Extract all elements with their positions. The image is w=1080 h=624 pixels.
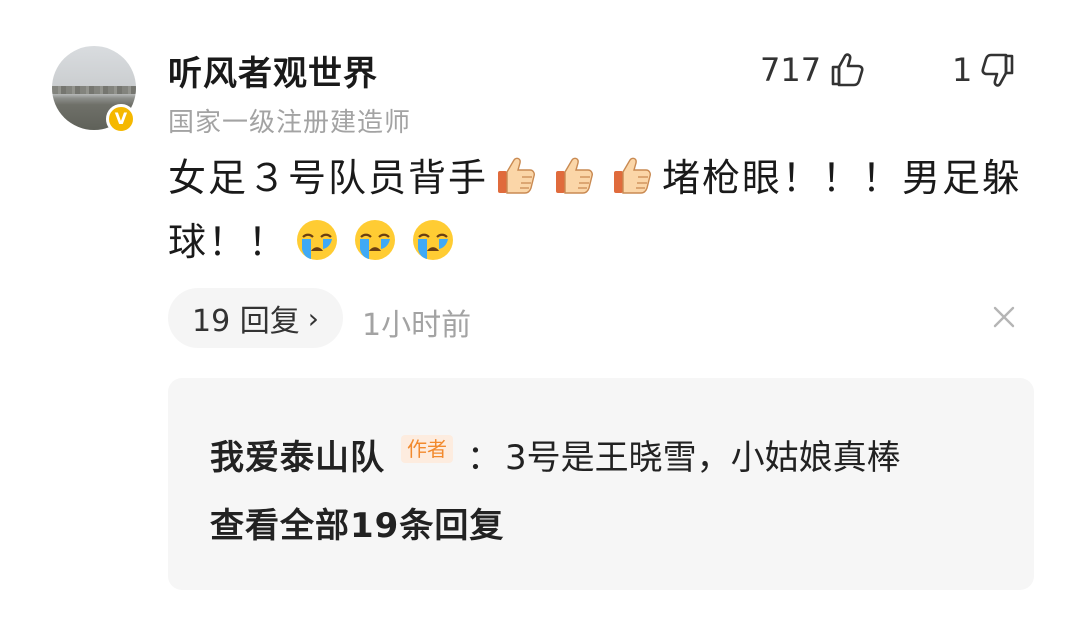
- user-title: 国家一级注册建造师: [168, 108, 412, 138]
- dislike-count: 1: [952, 51, 973, 89]
- reply-count-label: 19 回复: [192, 304, 300, 339]
- thumbs-up-emoji-icon: [556, 157, 593, 194]
- dislike-button[interactable]: 1: [952, 48, 1018, 92]
- chevron-right-icon: ›: [307, 301, 319, 335]
- thumbs-down-outline-icon: [981, 53, 1014, 87]
- comment-card: V 听风者观世界 国家一级注册建造师 717 1 女足３号队员背手 堵枪眼！！！…: [0, 0, 1080, 624]
- close-icon[interactable]: [990, 303, 1018, 331]
- crying-face-emoji-icon: [355, 220, 396, 260]
- crying-face-emoji-icon: [297, 220, 338, 260]
- crying-face-emoji-icon: [413, 220, 454, 260]
- like-count: 717: [760, 51, 822, 89]
- author-tag-badge: 作者: [401, 434, 453, 463]
- reply-author[interactable]: 我爱泰山队: [210, 430, 385, 479]
- reply-separator: ：: [467, 438, 501, 478]
- comment-text: 女足３号队员背手 堵枪眼！！！男足躲球！！: [168, 146, 1038, 274]
- thumbs-up-emoji-icon: [614, 157, 651, 194]
- view-all-replies-link[interactable]: 查看全部19条回复: [210, 498, 504, 547]
- avatar-image-detail: [52, 86, 136, 94]
- reply-item: 我爱泰山队 作者 ： 3号是王晓雪，小姑娘真棒: [210, 430, 901, 479]
- reply-text: 3号是王晓雪，小姑娘真棒: [505, 438, 901, 478]
- thumbs-up-outline-icon: [831, 53, 864, 87]
- thumbs-up-emoji-icon: [498, 157, 535, 194]
- reply-preview-box[interactable]: 我爱泰山队 作者 ： 3号是王晓雪，小姑娘真棒 查看全部19条回复: [168, 378, 1034, 590]
- comment-text-part1: 女足３号队员背手: [168, 156, 489, 200]
- like-button[interactable]: 717: [760, 48, 867, 92]
- username[interactable]: 听风者观世界: [168, 46, 378, 95]
- timestamp: 1小时前: [362, 308, 472, 343]
- verified-badge-icon: V: [106, 104, 136, 134]
- reply-count-button[interactable]: 19 回复 ›: [168, 288, 343, 348]
